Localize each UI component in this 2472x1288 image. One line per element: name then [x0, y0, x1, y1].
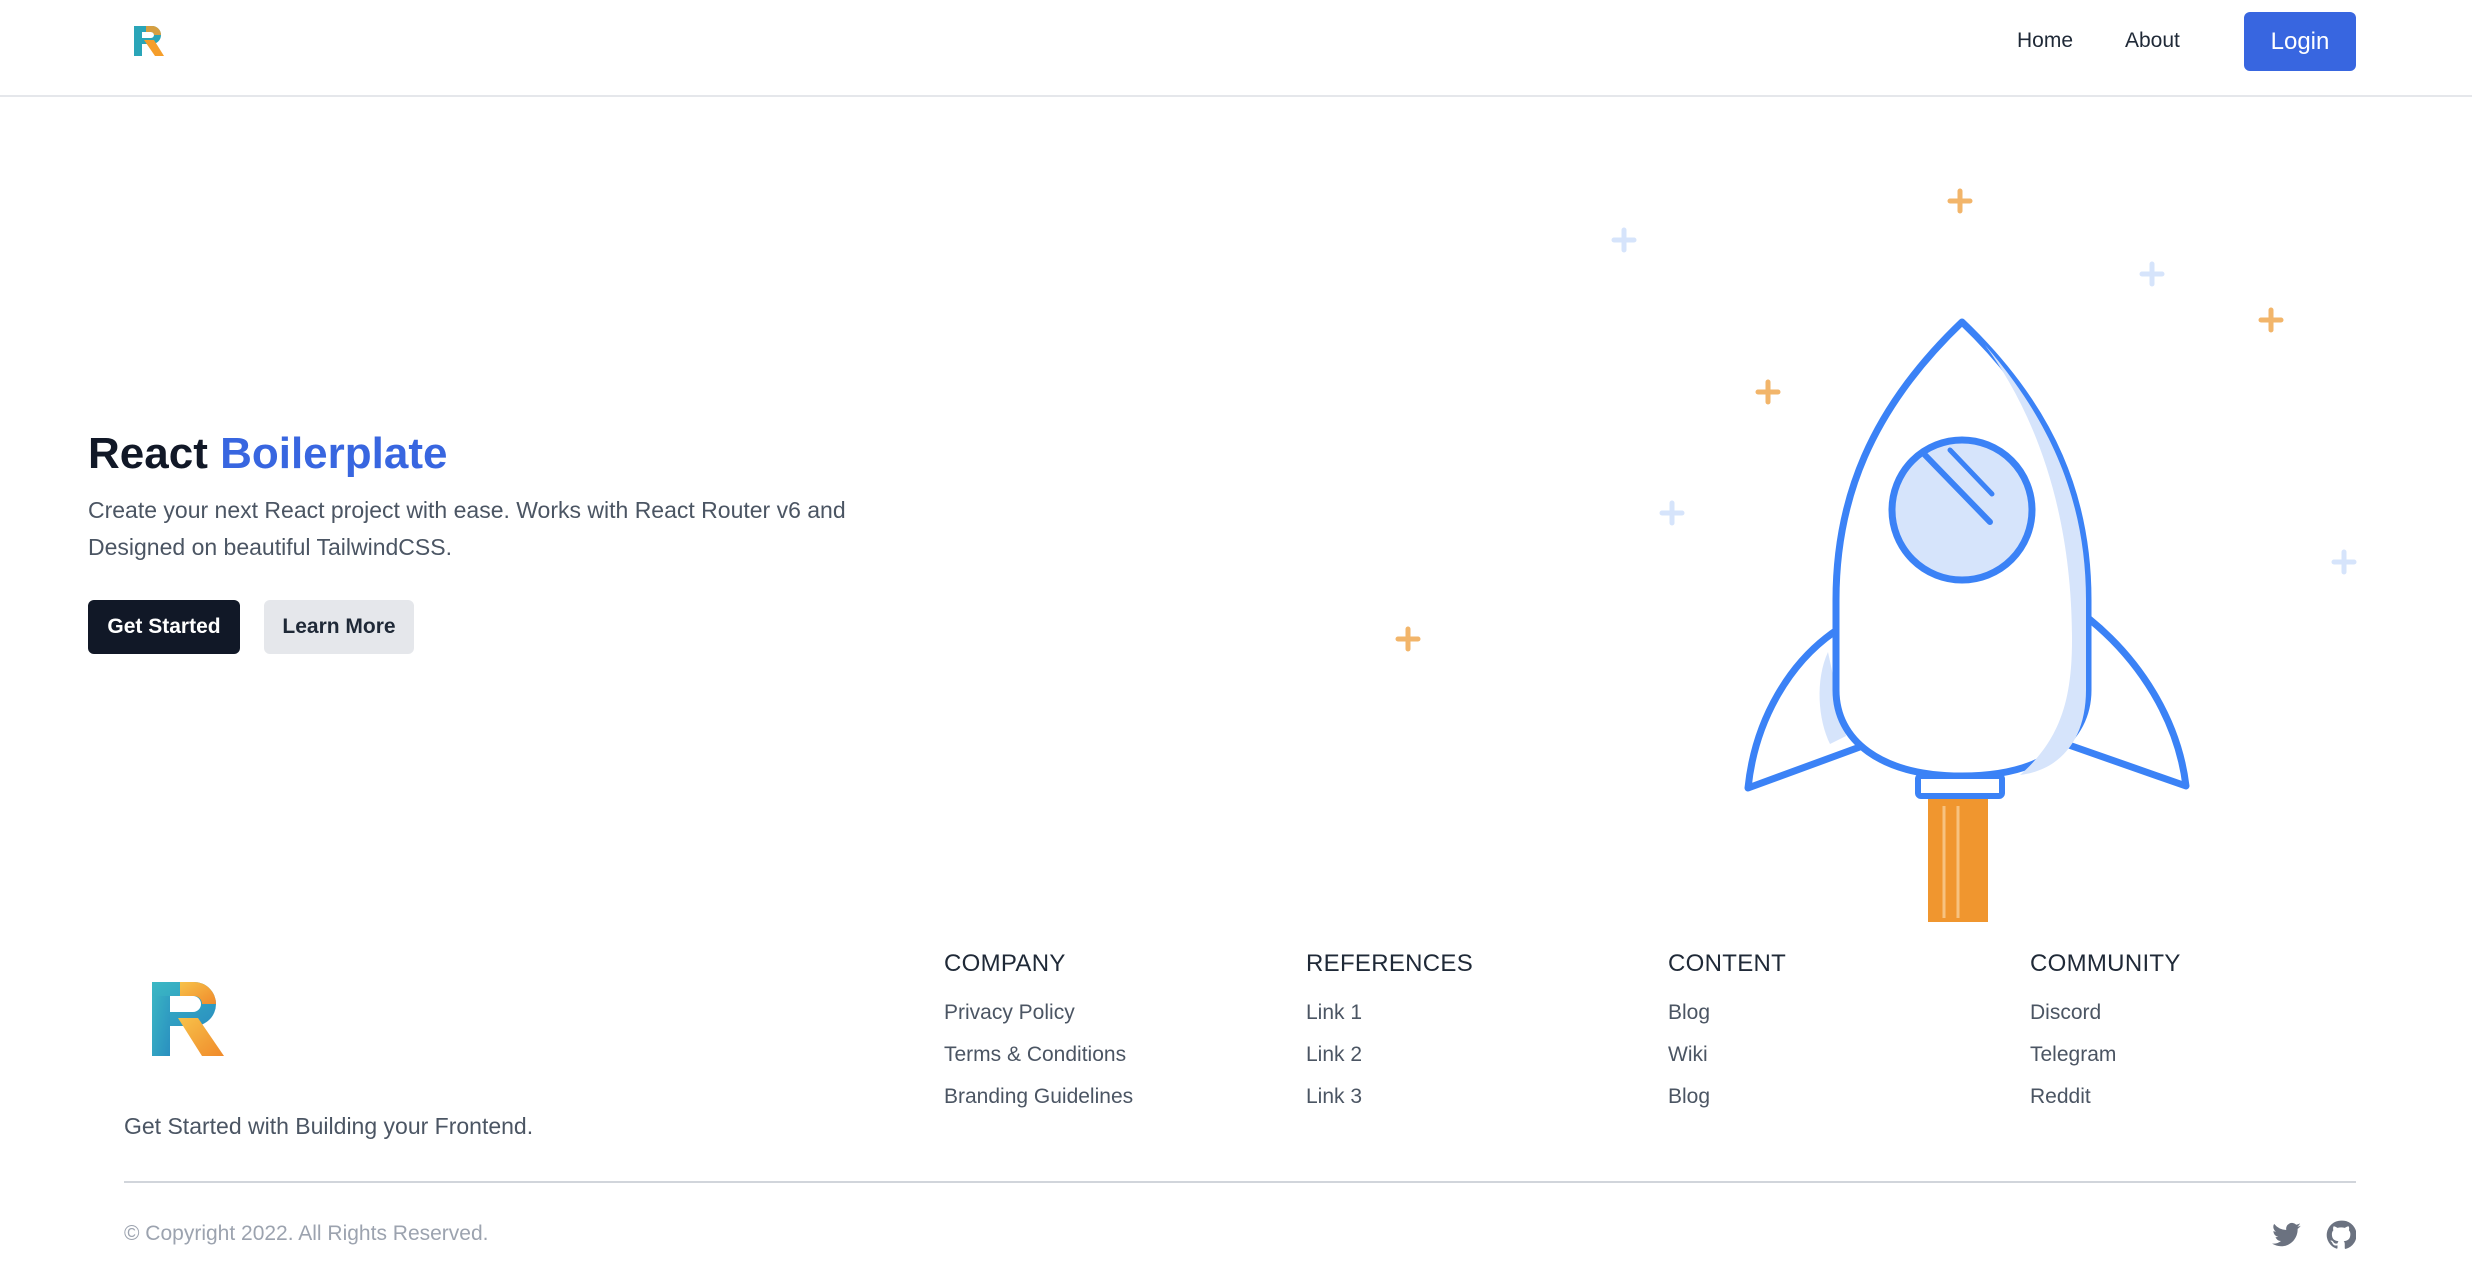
footer-link-discord[interactable]: Discord: [2030, 992, 2181, 1034]
footer-link-reddit[interactable]: Reddit: [2030, 1076, 2181, 1118]
footer-heading: COMMUNITY: [2030, 950, 2181, 977]
footer-link-2[interactable]: Link 2: [1306, 1034, 1473, 1076]
footer-link-telegram[interactable]: Telegram: [2030, 1034, 2181, 1076]
login-button[interactable]: Login: [2244, 12, 2356, 71]
get-started-button[interactable]: Get Started: [88, 600, 240, 654]
twitter-icon[interactable]: [2272, 1220, 2302, 1250]
navbar: Home About Login: [0, 0, 2472, 97]
hero-section: React Boilerplate Create your next React…: [88, 424, 1008, 654]
footer-link-wiki[interactable]: Wiki: [1668, 1034, 1786, 1076]
footer-link-3[interactable]: Link 3: [1306, 1076, 1473, 1118]
footer-link-privacy-policy[interactable]: Privacy Policy: [944, 992, 1133, 1034]
github-icon[interactable]: [2326, 1220, 2356, 1250]
footer-heading: CONTENT: [1668, 950, 1787, 977]
footer-column-references: REFERENCES Link 1 Link 2 Link 3: [1306, 950, 1473, 1118]
rocket-illustration: [1395, 188, 2357, 922]
copyright-text: © Copyright 2022. All Rights Reserved.: [124, 1222, 489, 1245]
footer-logo-icon[interactable]: [152, 980, 226, 1058]
hero-title-plain: React: [88, 429, 208, 478]
footer-heading: REFERENCES: [1306, 950, 1474, 977]
logo-icon[interactable]: [132, 24, 166, 58]
hero-title: React Boilerplate: [88, 424, 1008, 484]
footer-link-terms[interactable]: Terms & Conditions: [944, 1034, 1133, 1076]
rocket-flame: [1928, 796, 1988, 922]
footer-link-branding[interactable]: Branding Guidelines: [944, 1076, 1133, 1118]
nav-home-link[interactable]: Home: [2017, 29, 2073, 53]
hero-description: Create your next React project with ease…: [88, 497, 846, 560]
hero-title-accent: Boilerplate: [220, 429, 448, 478]
footer-heading: COMPANY: [944, 950, 1066, 977]
learn-more-button[interactable]: Learn More: [264, 600, 414, 654]
footer-link-1[interactable]: Link 1: [1306, 992, 1473, 1034]
nav-about-link[interactable]: About: [2125, 29, 2180, 53]
footer-divider: [124, 1181, 2356, 1183]
footer-column-content: CONTENT Blog Wiki Blog: [1668, 950, 1786, 1118]
footer-column-community: COMMUNITY Discord Telegram Reddit: [2030, 950, 2181, 1118]
footer: Get Started with Building your Frontend.…: [0, 920, 2472, 1288]
hero-buttons: Get Started Learn More: [88, 600, 414, 654]
footer-column-company: COMPANY Privacy Policy Terms & Condition…: [944, 950, 1133, 1118]
footer-tagline: Get Started with Building your Frontend.: [124, 1113, 534, 1139]
footer-link-blog-2[interactable]: Blog: [1668, 1076, 1786, 1118]
footer-link-blog[interactable]: Blog: [1668, 992, 1786, 1034]
